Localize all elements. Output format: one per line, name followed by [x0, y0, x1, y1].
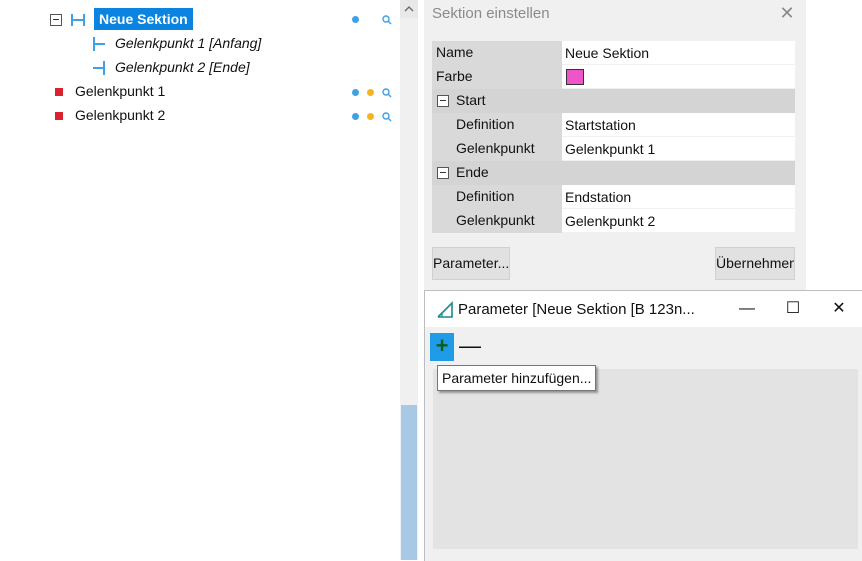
section-header[interactable]: Ende [432, 161, 795, 185]
section-header[interactable]: Start [432, 89, 795, 113]
indent [432, 185, 452, 209]
collapse-toggle-start[interactable] [437, 95, 449, 107]
section-label: Start [456, 92, 486, 108]
remove-parameter-button[interactable]: — [459, 333, 481, 361]
background-area [806, 0, 862, 290]
color-field[interactable] [562, 65, 795, 89]
property-label: Definition [452, 185, 562, 209]
section-triangle-icon [437, 301, 453, 318]
property-label: Definition [452, 113, 562, 137]
indent [432, 137, 452, 161]
section-icon [71, 14, 85, 26]
section-settings-dialog: Sektion einstellen ✕ Name Neue Sektion F… [424, 0, 807, 290]
property-label: Name [432, 41, 562, 65]
start-definition-field[interactable]: Startstation [562, 113, 795, 137]
tree-view: Neue Sektion Gelenkpunkt 1 [Anfang] Gele… [0, 0, 400, 560]
maximize-icon[interactable]: ☐ [770, 291, 816, 327]
collapse-toggle-root[interactable] [50, 14, 62, 26]
start-joint-icon [93, 37, 105, 51]
property-section-ende[interactable]: Ende [432, 161, 795, 185]
tooltip: Parameter hinzufügen... [437, 365, 597, 391]
property-label: Gelenkpunkt [452, 209, 562, 233]
point-marker-icon [55, 112, 63, 120]
close-icon[interactable]: ✕ [776, 2, 798, 24]
zoom-icon[interactable] [382, 15, 392, 25]
property-row-start-gelenkpunkt[interactable]: Gelenkpunkt Gelenkpunkt 1 [432, 137, 795, 161]
name-field[interactable]: Neue Sektion [562, 41, 795, 65]
collapse-toggle-ende[interactable] [437, 167, 449, 179]
parameter-button[interactable]: Parameter... [432, 247, 510, 280]
window-title: Parameter [Neue Sektion [B 123n... [458, 301, 695, 318]
indent [432, 113, 452, 137]
zoom-icon[interactable] [382, 112, 392, 122]
ende-definition-field[interactable]: Endstation [562, 185, 795, 209]
start-gelenkpunkt-field[interactable]: Gelenkpunkt 1 [562, 137, 795, 161]
dialog-title: Sektion einstellen [432, 5, 550, 22]
parameter-list[interactable] [433, 369, 858, 549]
scroll-up-button[interactable] [400, 0, 418, 18]
minimize-icon[interactable]: — [724, 291, 770, 327]
visibility-dot-icon[interactable] [352, 16, 359, 23]
apply-button[interactable]: Übernehmen [715, 247, 795, 280]
parameter-window: Parameter [Neue Sektion [B 123n... — ☐ ✕… [424, 290, 862, 561]
property-row-ende-gelenkpunkt[interactable]: Gelenkpunkt Gelenkpunkt 2 [432, 209, 795, 233]
zoom-icon[interactable] [382, 88, 392, 98]
tree-item-neue-sektion[interactable]: Neue Sektion [94, 8, 193, 30]
property-label: Farbe [432, 65, 562, 89]
section-label: Ende [456, 164, 489, 180]
property-row-ende-definition[interactable]: Definition Endstation [432, 185, 795, 209]
point-marker-icon [55, 88, 63, 96]
tree-item-gelenkpunkt-1-anfang[interactable]: Gelenkpunkt 1 [Anfang] [115, 32, 261, 54]
highlight-dot-icon[interactable] [367, 89, 374, 96]
indent [432, 209, 452, 233]
tree-item-gelenkpunkt-2-ende[interactable]: Gelenkpunkt 2 [Ende] [115, 56, 250, 78]
scroll-thumb[interactable] [401, 405, 417, 560]
end-joint-icon [93, 61, 105, 75]
color-swatch[interactable] [566, 69, 584, 85]
chevron-up-icon [404, 6, 414, 12]
ende-gelenkpunkt-field[interactable]: Gelenkpunkt 2 [562, 209, 795, 233]
visibility-dot-icon[interactable] [352, 113, 359, 120]
close-icon[interactable]: ✕ [816, 291, 862, 327]
tree-scrollbar[interactable] [400, 0, 418, 560]
tree-item-gelenkpunkt-1[interactable]: Gelenkpunkt 1 [75, 80, 165, 102]
property-section-start[interactable]: Start [432, 89, 795, 113]
property-row-farbe[interactable]: Farbe [432, 65, 795, 89]
highlight-dot-icon[interactable] [367, 113, 374, 120]
property-label: Gelenkpunkt [452, 137, 562, 161]
property-row-start-definition[interactable]: Definition Startstation [432, 113, 795, 137]
tree-item-gelenkpunkt-2[interactable]: Gelenkpunkt 2 [75, 104, 165, 126]
visibility-dot-icon[interactable] [352, 89, 359, 96]
property-row-name[interactable]: Name Neue Sektion [432, 41, 795, 65]
add-parameter-button[interactable]: + [430, 333, 454, 361]
title-bar[interactable]: Parameter [Neue Sektion [B 123n... — ☐ ✕ [425, 291, 862, 327]
